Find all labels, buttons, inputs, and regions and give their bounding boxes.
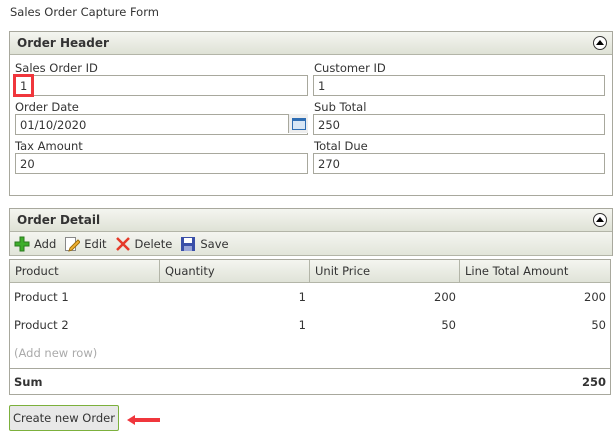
delete-x-icon [115,236,130,251]
order-date-label: Order Date [15,100,79,114]
page-title: Sales Order Capture Form [10,5,159,19]
order-detail-title: Order Detail [17,213,101,227]
plus-icon [14,236,30,251]
customer-id-input[interactable] [313,75,605,96]
table-row[interactable]: Product 1 1 200 200 [10,283,610,311]
order-header-title: Order Header [17,36,109,50]
order-detail-panel: Order Detail Add Edit Delete Save [9,208,613,256]
sub-total-input[interactable] [313,114,605,135]
arrow-left-icon [127,415,160,425]
grid-header: Product Quantity Unit Price Line Total A… [10,260,610,283]
sales-order-id-input[interactable] [15,75,308,96]
highlight-box [13,74,34,97]
save-disk-icon [181,236,196,251]
order-header-bar: Order Header [10,32,612,55]
table-row[interactable]: Product 2 1 50 50 [10,311,610,339]
delete-button[interactable]: Delete [115,236,172,252]
tax-amount-input[interactable] [15,153,308,174]
column-header-product[interactable]: Product [10,260,160,282]
column-header-quantity[interactable]: Quantity [160,260,310,282]
save-button[interactable]: Save [180,236,229,252]
order-date-input[interactable] [15,114,308,135]
customer-id-label: Customer ID [314,61,386,75]
calendar-icon[interactable] [288,114,308,133]
tax-amount-label: Tax Amount [15,139,83,153]
sum-row: Sum 250 [10,368,610,395]
order-detail-grid: Product Quantity Unit Price Line Total A… [9,259,611,395]
column-header-line-total[interactable]: Line Total Amount [460,260,610,282]
collapse-icon[interactable] [593,213,607,227]
sales-order-id-label: Sales Order ID [15,61,98,75]
column-header-unit-price[interactable]: Unit Price [310,260,460,282]
order-detail-bar: Order Detail [10,209,612,232]
add-button[interactable]: Add [14,236,56,252]
collapse-icon[interactable] [593,36,607,50]
sub-total-label: Sub Total [314,100,367,114]
total-due-label: Total Due [314,139,368,153]
edit-button[interactable]: Edit [64,236,107,252]
total-due-input[interactable] [313,153,605,174]
create-new-order-button[interactable]: Create new Order [9,405,119,431]
detail-toolbar: Add Edit Delete Save [10,232,612,256]
add-new-row[interactable]: (Add new row) [10,339,610,367]
edit-icon [65,236,81,252]
